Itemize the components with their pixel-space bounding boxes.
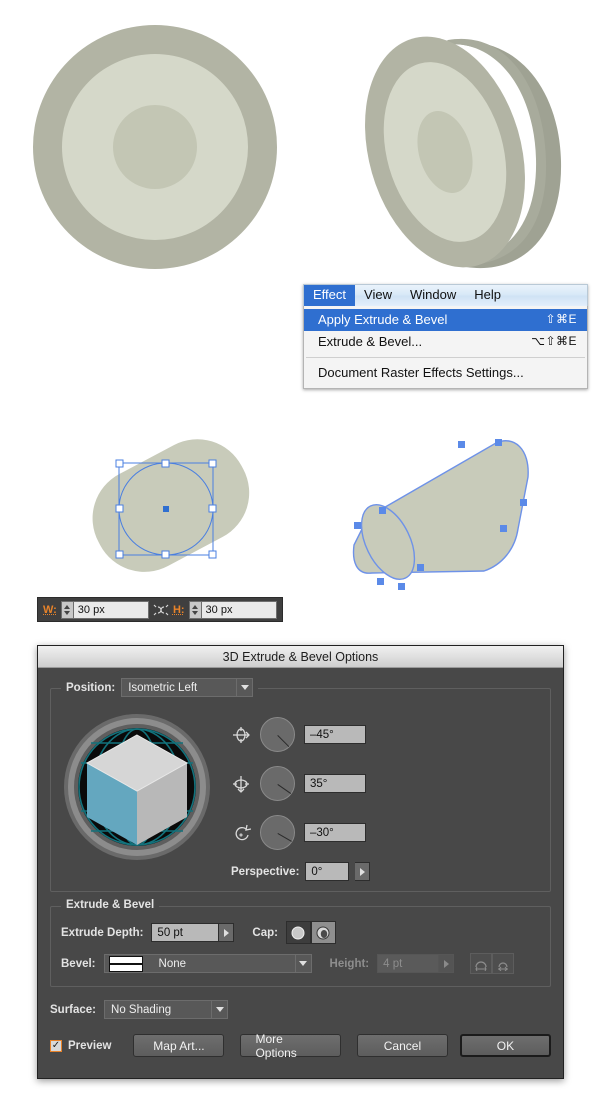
position-group: Position: Isometric Left –45° 35° –30° P… — [50, 678, 551, 892]
rotate-x-input[interactable]: –45° — [304, 725, 366, 744]
cap-hollow-icon — [316, 926, 330, 939]
menu-item-document-raster-effects-settings[interactable]: Document Raster Effects Settings... — [304, 362, 587, 384]
ok-button[interactable]: OK — [459, 1034, 551, 1057]
width-label: W: — [43, 603, 57, 616]
rotate-y-dial[interactable] — [260, 766, 295, 801]
dialog-footer: ✓ Preview Map Art... More Options Cancel… — [50, 1032, 551, 1060]
extruded-3d-disc — [365, 36, 562, 269]
rotate-z-row: –30° — [231, 815, 370, 850]
surface-value: No Shading — [111, 1003, 172, 1016]
rotate-z-input[interactable]: –30° — [304, 823, 366, 842]
link-dimensions-icon[interactable] — [149, 602, 173, 618]
position-cube-widget[interactable] — [61, 711, 213, 863]
rotate-x-dial[interactable] — [260, 717, 295, 752]
chevron-down-icon — [236, 679, 252, 696]
bevel-height-input: 4 pt — [377, 954, 440, 973]
width-stepper[interactable] — [60, 600, 74, 619]
extrude-depth-field-wrap: 50 pt — [151, 923, 235, 942]
bevel-height-field-wrap: 4 pt — [377, 954, 455, 973]
rotate-x-axis-icon — [233, 726, 250, 743]
cap-label: Cap: — [252, 926, 278, 939]
screenshot-canvas: Effect View Window Help Apply Extrude & … — [0, 0, 600, 1094]
bevel-preview-icon — [108, 955, 143, 972]
bevel-extent-buttons — [470, 953, 515, 974]
surface-select[interactable]: No Shading — [104, 1000, 229, 1019]
preview-label: Preview — [68, 1039, 112, 1052]
rotate-z-dial[interactable] — [260, 815, 295, 850]
menu-bar-item-view[interactable]: View — [355, 285, 401, 306]
perspective-input[interactable]: 0° — [305, 862, 350, 881]
height-input[interactable]: 30 px — [201, 600, 278, 619]
extrude-bevel-options-dialog: 3D Extrude & Bevel Options Position: Iso… — [37, 645, 564, 1079]
menu-item-shortcut: ⌥⇧⌘E — [531, 334, 577, 348]
rotate-x-row: –45° — [231, 717, 370, 752]
position-control: Position: Isometric Left — [61, 678, 259, 697]
surface-label: Surface: — [50, 1003, 97, 1016]
rotate-y-row: 35° — [231, 766, 370, 801]
extrude-depth-row: Extrude Depth: 50 pt Cap: — [61, 921, 540, 944]
perspective-stepper[interactable] — [355, 862, 371, 881]
bevel-select[interactable]: None — [103, 954, 312, 973]
preview-checkbox[interactable]: ✓ — [50, 1039, 62, 1052]
extrude-depth-input[interactable]: 50 pt — [151, 923, 220, 942]
surface-row: Surface: No Shading — [50, 1000, 551, 1019]
menu-separator — [306, 357, 585, 358]
cancel-button[interactable]: Cancel — [356, 1034, 448, 1057]
flat-concentric-disc — [33, 25, 277, 269]
chevron-down-icon — [211, 1001, 227, 1018]
menu-item-label: Apply Extrude & Bevel — [318, 312, 448, 327]
preview-toggle[interactable]: ✓ Preview — [50, 1039, 112, 1052]
position-label: Position: — [66, 681, 116, 694]
extrude-depth-stepper[interactable] — [219, 923, 235, 942]
rotate-y-input[interactable]: 35° — [304, 774, 366, 793]
width-input[interactable]: 30 px — [73, 600, 150, 619]
menu-item-extrude-bevel-options[interactable]: Extrude & Bevel... ⌥⇧⌘E — [304, 331, 587, 353]
extrude-depth-label: Extrude Depth: — [61, 926, 144, 939]
menu-bar: Effect View Window Help — [303, 284, 588, 306]
menu-bar-item-help[interactable]: Help — [465, 285, 510, 306]
perspective-label: Perspective: — [231, 865, 300, 878]
bevel-label: Bevel: — [61, 957, 96, 970]
cap-hollow-button[interactable] — [310, 921, 336, 944]
perspective-row: Perspective: 0° — [231, 862, 371, 881]
extrude-bevel-group-label: Extrude & Bevel — [61, 899, 160, 911]
rotate-y-axis-icon — [233, 775, 249, 793]
transform-toolbar: W: 30 px H: 30 px — [37, 597, 283, 622]
menu-item-apply-extrude-bevel[interactable]: Apply Extrude & Bevel ⇧⌘E — [304, 309, 587, 331]
rotate-z-axis-icon — [235, 824, 251, 840]
bevel-extent-in-icon — [498, 961, 509, 971]
cap-button-group — [285, 921, 336, 944]
bevel-row: Bevel: None Height: 4 pt — [61, 953, 540, 974]
extrude-bevel-group: Extrude & Bevel Extrude Depth: 50 pt Cap… — [50, 899, 551, 987]
cap-solid-icon — [291, 926, 305, 939]
position-select[interactable]: Isometric Left — [121, 678, 254, 697]
position-value: Isometric Left — [128, 681, 198, 694]
dialog-title: 3D Extrude & Bevel Options — [38, 646, 563, 668]
menu-bar-item-window[interactable]: Window — [401, 285, 465, 306]
menu-item-label: Document Raster Effects Settings... — [318, 365, 524, 380]
extruded-3d-cylinder — [352, 439, 529, 590]
effect-menu-panel: Apply Extrude & Bevel ⇧⌘E Extrude & Beve… — [303, 306, 588, 389]
bevel-extent-out-button — [470, 953, 493, 974]
height-label: H: — [172, 603, 185, 616]
bevel-height-label: Height: — [329, 957, 370, 970]
selected-circle-with-bounding-box — [92, 439, 250, 572]
effect-menu: Effect View Window Help Apply Extrude & … — [303, 284, 588, 389]
menu-item-shortcut: ⇧⌘E — [545, 312, 577, 326]
bevel-extent-out-icon — [475, 960, 487, 971]
bevel-height-stepper — [439, 954, 455, 973]
menu-bar-item-effect[interactable]: Effect — [304, 285, 356, 306]
menu-item-label: Extrude & Bevel... — [318, 334, 423, 349]
bevel-value: None — [158, 957, 187, 970]
height-stepper[interactable] — [188, 600, 202, 619]
map-art-button[interactable]: Map Art... — [133, 1034, 225, 1057]
cap-solid-button[interactable] — [285, 921, 311, 944]
more-options-button[interactable]: More Options — [240, 1032, 341, 1060]
bevel-extent-in-button — [492, 953, 515, 974]
chevron-down-icon — [294, 955, 311, 972]
